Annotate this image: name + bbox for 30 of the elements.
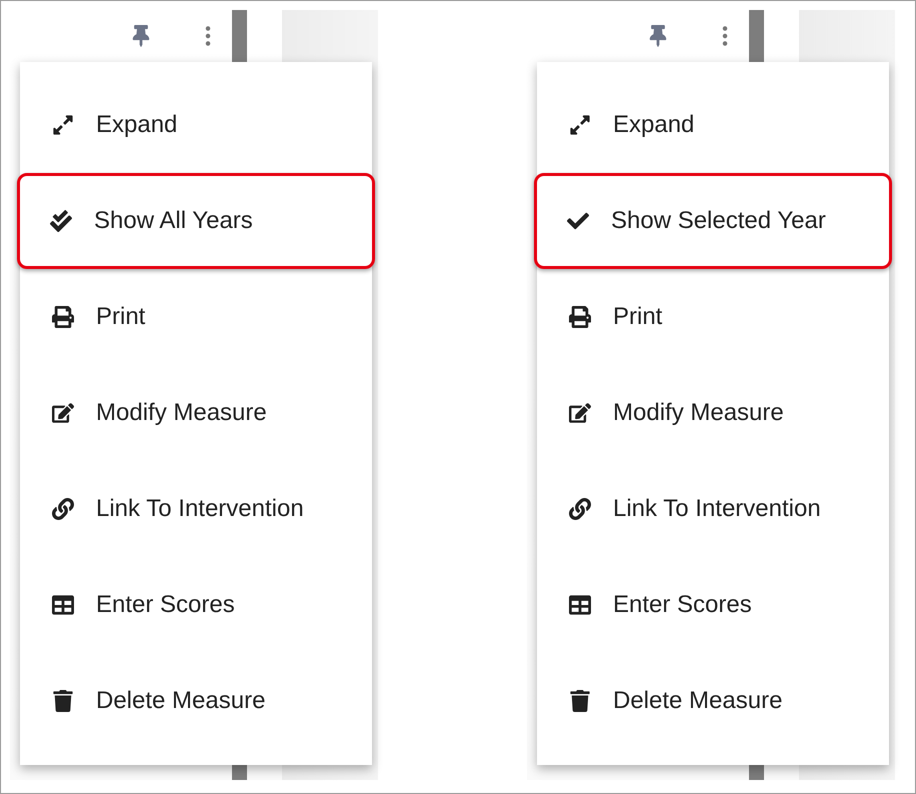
menu-item[interactable]: Show Selected Year (534, 173, 892, 269)
table-icon (52, 594, 74, 616)
menu-item[interactable]: Enter Scores (20, 557, 372, 653)
trash-icon (569, 690, 591, 712)
menu-item[interactable]: Link To Intervention (537, 461, 889, 557)
menu-item[interactable]: Delete Measure (537, 653, 889, 749)
expand-icon (52, 114, 74, 136)
trash-icon (52, 690, 74, 712)
double-check-icon (50, 210, 72, 232)
menu-item[interactable]: Modify Measure (20, 365, 372, 461)
print-icon (569, 306, 591, 328)
pin-icon[interactable] (130, 25, 152, 47)
expand-icon (569, 114, 591, 136)
table-icon (569, 594, 591, 616)
edit-icon (569, 402, 591, 424)
print-icon (52, 306, 74, 328)
menu-item[interactable]: Print (537, 269, 889, 365)
link-icon (569, 498, 591, 520)
edit-icon (52, 402, 74, 424)
menu-item[interactable]: Delete Measure (20, 653, 372, 749)
menu-item[interactable]: Show All Years (17, 173, 375, 269)
menu-item[interactable]: Link To Intervention (20, 461, 372, 557)
link-icon (52, 498, 74, 520)
check-icon (567, 210, 589, 232)
menu-item[interactable]: Expand (20, 77, 372, 173)
menu-item[interactable]: Print (20, 269, 372, 365)
pin-icon[interactable] (647, 25, 669, 47)
menu-item[interactable]: Modify Measure (537, 365, 889, 461)
menu-item[interactable]: Enter Scores (537, 557, 889, 653)
menu-item[interactable]: Expand (537, 77, 889, 173)
